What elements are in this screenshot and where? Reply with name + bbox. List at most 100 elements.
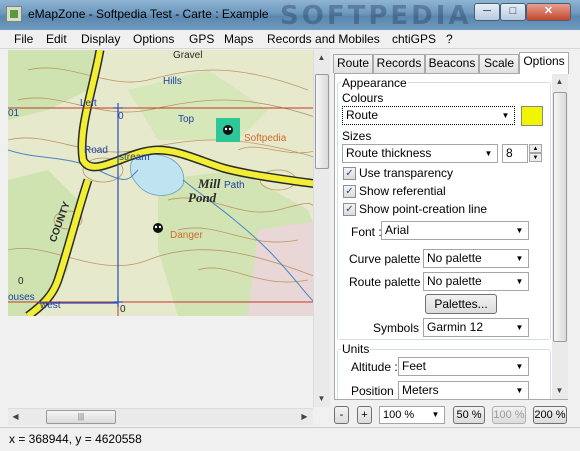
maximize-button[interactable]: □ bbox=[500, 3, 526, 21]
close-button[interactable]: ✕ bbox=[526, 3, 571, 21]
colours-value: Route bbox=[346, 108, 379, 122]
window-title: eMapZone - Softpedia Test - Carte : Exam… bbox=[28, 7, 269, 21]
chevron-down-icon: ▼ bbox=[515, 226, 524, 235]
palettes-button[interactable]: Palettes... bbox=[425, 294, 497, 314]
scroll-left-icon[interactable]: ◀ bbox=[8, 409, 23, 425]
zoom-level-select[interactable]: 100 % ▼ bbox=[379, 406, 445, 424]
menu-records-and-mobiles[interactable]: Records and Mobiles bbox=[267, 32, 380, 46]
zoom-100-button[interactable]: 100 % bbox=[492, 406, 526, 424]
spin-down-icon[interactable]: ▼ bbox=[529, 153, 542, 162]
use-transparency-label: Use transparency bbox=[359, 166, 454, 180]
map-label-zero-top: 0 bbox=[118, 111, 124, 122]
map-horizontal-scrollbar[interactable]: ◀ ||| ▶ bbox=[8, 408, 313, 425]
sizes-value: Route thickness bbox=[346, 146, 432, 160]
position-value: Meters bbox=[402, 383, 439, 397]
position-label: Position : bbox=[351, 384, 401, 398]
zoom-toolbar: - + 100 % ▼ 50 % 100 % 200 % bbox=[331, 404, 580, 426]
map-horizontal-scroll-thumb[interactable]: ||| bbox=[46, 410, 116, 424]
zoom-level-value: 100 % bbox=[383, 409, 415, 421]
map-label-stream: stream bbox=[119, 152, 150, 163]
chevron-down-icon: ▼ bbox=[501, 111, 510, 120]
use-transparency-checkbox[interactable]: ✓ bbox=[343, 167, 356, 180]
show-point-creation-line-label: Show point-creation line bbox=[359, 202, 488, 216]
map-label-01: 01 bbox=[8, 108, 20, 119]
map-label-zero-bottom: 0 bbox=[120, 304, 126, 315]
topo-map bbox=[8, 50, 324, 316]
title-bar: eMapZone - Softpedia Test - Carte : Exam… bbox=[0, 0, 580, 31]
symbols-select[interactable]: Garmin 12 ▼ bbox=[423, 318, 529, 337]
cursor-coordinates: x = 368944, y = 4620558 bbox=[9, 432, 142, 446]
map-label-gravel: Gravel bbox=[173, 50, 203, 61]
colour-swatch[interactable] bbox=[521, 106, 543, 126]
menu-edit[interactable]: Edit bbox=[46, 32, 67, 46]
chevron-down-icon: ▼ bbox=[515, 254, 524, 263]
map-label-zero-left: 0 bbox=[18, 276, 24, 287]
route-palette-label: Route palette : bbox=[349, 275, 428, 289]
app-icon bbox=[6, 6, 22, 22]
zoom-200-button[interactable]: 200 % bbox=[533, 406, 567, 424]
menu-gps[interactable]: GPS bbox=[189, 32, 214, 46]
font-label: Font : bbox=[351, 225, 382, 239]
menu-file[interactable]: File bbox=[14, 32, 33, 46]
scroll-down-icon[interactable]: ▼ bbox=[552, 383, 567, 399]
menu-display[interactable]: Display bbox=[81, 32, 120, 46]
zoom-out-button[interactable]: - bbox=[334, 406, 349, 424]
map-label-softpedia: Softpedia bbox=[244, 133, 287, 144]
map-label-pond: Pond bbox=[188, 190, 217, 205]
options-scroll-thumb[interactable] bbox=[553, 92, 567, 342]
options-scrollbar[interactable]: ▲ ▼ bbox=[552, 74, 568, 399]
tab-options[interactable]: Options bbox=[519, 52, 569, 74]
position-select[interactable]: Meters ▼ bbox=[398, 381, 529, 399]
thickness-stepper[interactable]: ▲ ▼ bbox=[529, 144, 542, 163]
route-palette-select[interactable]: No palette ▼ bbox=[423, 272, 529, 291]
map-label-top: Top bbox=[178, 114, 195, 125]
map-label-danger: Danger bbox=[170, 230, 203, 241]
thickness-input[interactable]: 8 bbox=[502, 144, 528, 163]
sizes-select[interactable]: Route thickness ▼ bbox=[342, 144, 498, 163]
spin-up-icon[interactable]: ▲ bbox=[529, 144, 542, 153]
altitude-select[interactable]: Feet ▼ bbox=[398, 357, 529, 376]
map-vertical-scroll-thumb[interactable] bbox=[315, 74, 329, 169]
font-select[interactable]: Arial ▼ bbox=[381, 221, 529, 240]
chevron-down-icon: ▼ bbox=[515, 277, 524, 286]
scroll-up-icon[interactable]: ▲ bbox=[314, 50, 329, 66]
menu-chtigps[interactable]: chtiGPS bbox=[392, 32, 436, 46]
map-label-road: Road bbox=[84, 145, 108, 156]
units-title: Units bbox=[341, 342, 371, 356]
scroll-right-icon[interactable]: ▶ bbox=[297, 409, 312, 425]
menu-options[interactable]: Options bbox=[133, 32, 174, 46]
minimize-button[interactable]: ─ bbox=[474, 3, 500, 21]
tab-scale[interactable]: Scale bbox=[479, 54, 519, 73]
map-vertical-scrollbar[interactable]: ▲ ▼ bbox=[313, 50, 330, 407]
chevron-down-icon: ▼ bbox=[515, 386, 524, 395]
menu-bar: File Edit Display Options GPS Maps Recor… bbox=[0, 30, 580, 49]
show-referential-checkbox[interactable]: ✓ bbox=[343, 185, 356, 198]
map-label-left: Left bbox=[80, 98, 97, 109]
scroll-up-icon[interactable]: ▲ bbox=[552, 74, 567, 90]
altitude-label: Altitude : bbox=[351, 360, 398, 374]
chevron-down-icon: ▼ bbox=[515, 362, 524, 371]
tab-beacons[interactable]: Beacons bbox=[425, 54, 479, 73]
zoom-in-button[interactable]: + bbox=[357, 406, 372, 424]
colours-label: Colours bbox=[342, 91, 384, 105]
tab-route[interactable]: Route bbox=[333, 54, 373, 73]
curve-palette-select[interactable]: No palette ▼ bbox=[423, 249, 529, 268]
symbols-label: Symbols : bbox=[373, 321, 426, 335]
menu-help[interactable]: ? bbox=[446, 32, 453, 46]
scroll-down-icon[interactable]: ▼ bbox=[314, 391, 329, 407]
zoom-50-button[interactable]: 50 % bbox=[453, 406, 485, 424]
map-label-houses: ouses bbox=[8, 292, 35, 303]
chevron-down-icon: ▼ bbox=[515, 323, 524, 332]
chevron-down-icon: ▼ bbox=[431, 410, 440, 419]
chevron-down-icon: ▼ bbox=[484, 149, 493, 158]
map-view[interactable]: Gravel Hills 01 Left Top 0 Softpedia Roa… bbox=[8, 50, 324, 316]
altitude-value: Feet bbox=[402, 359, 427, 373]
watermark: SOFTPEDIA bbox=[280, 1, 472, 31]
tab-records[interactable]: Records bbox=[373, 54, 425, 73]
show-point-creation-line-checkbox[interactable]: ✓ bbox=[343, 203, 356, 216]
colours-select[interactable]: Route ▼ bbox=[342, 106, 515, 125]
menu-maps[interactable]: Maps bbox=[224, 32, 253, 46]
curve-palette-value: No palette bbox=[427, 251, 482, 265]
symbols-value: Garmin 12 bbox=[427, 320, 484, 334]
appearance-title: Appearance bbox=[341, 76, 408, 90]
